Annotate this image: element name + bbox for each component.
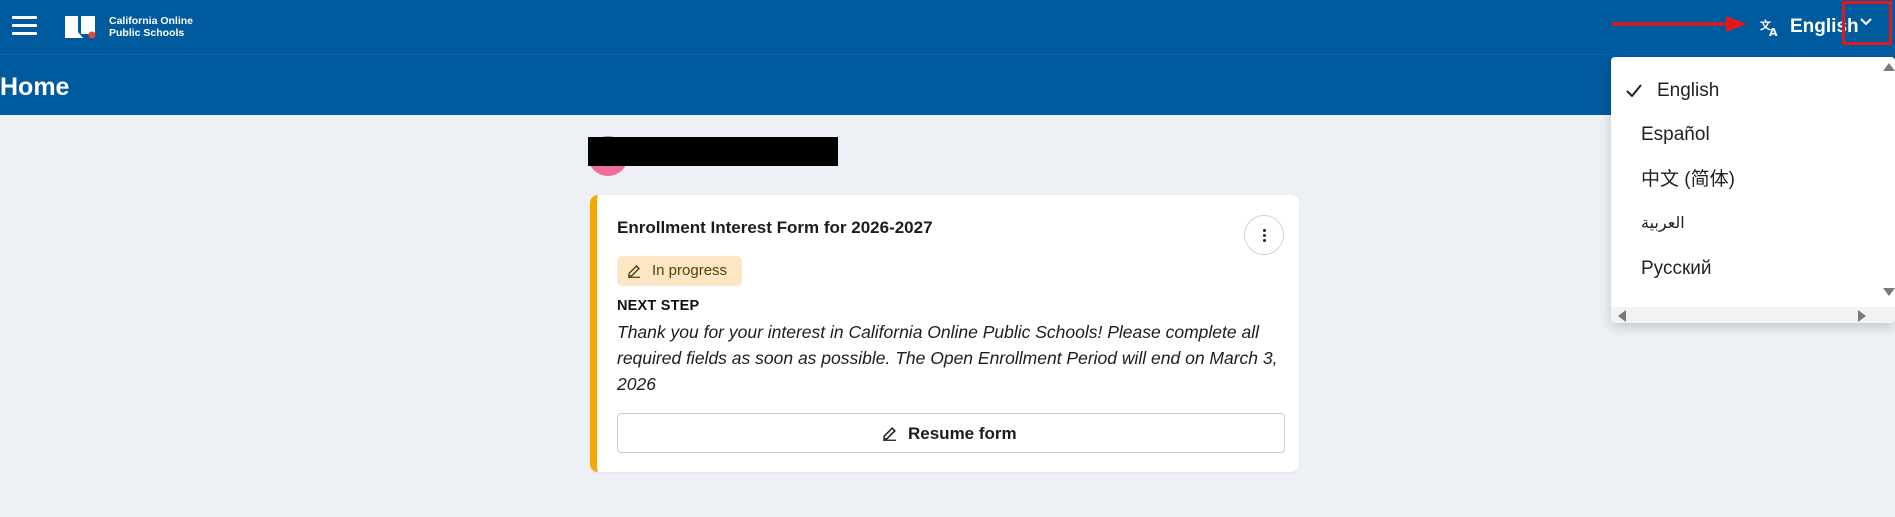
svg-text:A: A — [1769, 26, 1778, 37]
hamburger-menu-icon[interactable] — [12, 14, 37, 38]
scroll-left-icon[interactable] — [1618, 310, 1626, 322]
resume-form-button[interactable]: Resume form — [617, 413, 1285, 453]
scroll-down-icon[interactable] — [1883, 288, 1895, 296]
status-label: In progress — [652, 262, 728, 279]
enrollment-form-card: Enrollment Interest Form for 2026-2027 I… — [590, 195, 1299, 472]
form-title: Enrollment Interest Form for 2026-2027 — [617, 218, 933, 237]
scroll-up-icon[interactable] — [1883, 63, 1895, 71]
next-step-text: Thank you for your interest in Californi… — [617, 322, 1278, 394]
redacted-name — [588, 137, 838, 166]
page-title: Home — [0, 73, 70, 101]
language-option-label: 中文 (简体) — [1641, 169, 1735, 190]
language-option-espanol[interactable]: Español — [1611, 113, 1879, 155]
vertical-scrollbar[interactable] — [1879, 57, 1895, 307]
annotation-arrow — [1612, 16, 1747, 32]
language-dropdown-toggle[interactable] — [1842, 1, 1892, 45]
logo-text: California Online Public Schools — [109, 15, 193, 39]
chevron-down-icon — [1860, 18, 1872, 26]
more-options-button[interactable] — [1244, 215, 1284, 255]
horizontal-scrollbar[interactable] — [1611, 307, 1895, 323]
next-step-heading: NEXT STEP — [617, 298, 700, 314]
language-option-label: Español — [1641, 124, 1710, 145]
language-option-russian[interactable]: Русский — [1611, 247, 1879, 289]
translate-icon: 文 A — [1760, 18, 1778, 37]
more-vertical-icon — [1263, 229, 1266, 232]
logo-line-2: Public Schools — [109, 27, 185, 39]
top-bar: California Online Public Schools 文 A Eng… — [0, 0, 1895, 54]
pencil-icon — [628, 265, 640, 278]
book-logo-icon — [65, 16, 96, 39]
language-option-english[interactable]: English — [1611, 69, 1879, 111]
scroll-right-icon[interactable] — [1858, 310, 1866, 322]
logo-line-1: California Online — [109, 15, 194, 27]
status-badge: In progress — [617, 256, 742, 286]
language-option-label: English — [1657, 80, 1720, 101]
language-option-label: العربية — [1641, 215, 1685, 232]
check-icon — [1626, 84, 1642, 97]
resume-form-label: Resume form — [908, 424, 1017, 443]
school-logo[interactable]: California Online Public Schools — [64, 12, 193, 42]
language-option-chinese[interactable]: 中文 (简体) — [1611, 158, 1879, 200]
language-option-label: Русский — [1641, 258, 1712, 279]
language-option-arabic[interactable]: العربية — [1611, 202, 1879, 244]
language-menu: English Español 中文 (简体) العربية Русский — [1611, 57, 1895, 323]
pencil-icon — [883, 427, 896, 441]
